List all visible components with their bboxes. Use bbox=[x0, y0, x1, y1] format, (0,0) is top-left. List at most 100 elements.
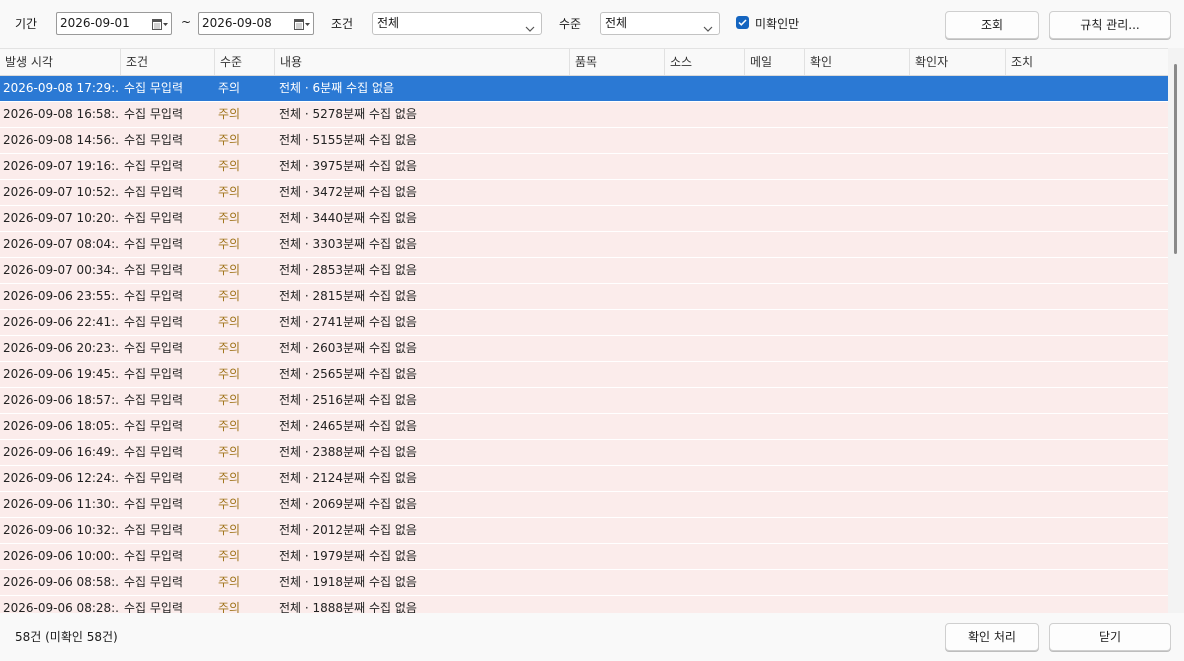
cell-level: 주의 bbox=[218, 471, 241, 485]
cell-time: 2026-09-06 19:45:... bbox=[3, 367, 119, 381]
cell-content: 전체 · 2815분째 수집 없음 bbox=[279, 289, 417, 303]
cell-condition: 수집 무입력 bbox=[124, 367, 184, 381]
cell-content: 전체 · 1979분째 수집 없음 bbox=[279, 549, 417, 563]
cell-content: 전체 · 2069분째 수집 없음 bbox=[279, 497, 417, 511]
cell-condition: 수집 무입력 bbox=[124, 81, 184, 95]
table-row[interactable]: 2026-09-06 08:58:... 수집 무입력 주의 전체 · 1918분째 … bbox=[0, 570, 1168, 596]
cell-content: 전체 · 3472분째 수집 없음 bbox=[279, 185, 417, 199]
manage-rules-button[interactable]: 규칙 관리... bbox=[1049, 11, 1171, 39]
calendar-dropdown-icon[interactable] bbox=[152, 17, 168, 30]
cell-time: 2026-09-06 18:57:... bbox=[3, 393, 119, 407]
cell-level: 주의 bbox=[218, 341, 241, 355]
cell-level: 주의 bbox=[218, 575, 241, 589]
column-header-level[interactable]: 수준 bbox=[215, 49, 275, 75]
cell-level: 주의 bbox=[218, 133, 241, 147]
table-row[interactable]: 2026-09-08 14:56:... 수집 무입력 주의 전체 · 5155분째 … bbox=[0, 128, 1168, 154]
cell-condition: 수집 무입력 bbox=[124, 497, 184, 511]
table-row[interactable]: 2026-09-06 19:45:... 수집 무입력 주의 전체 · 2565분째 … bbox=[0, 362, 1168, 388]
cell-content: 전체 · 2853분째 수집 없음 bbox=[279, 263, 417, 277]
cell-time: 2026-09-06 22:41:... bbox=[3, 315, 119, 329]
cell-time: 2026-09-07 08:04:... bbox=[3, 237, 119, 251]
cell-time: 2026-09-06 18:05:... bbox=[3, 419, 119, 433]
column-header-action[interactable]: 조치 bbox=[1006, 49, 1168, 75]
cell-time: 2026-09-08 16:58:... bbox=[3, 107, 119, 121]
table-row[interactable]: 2026-09-06 22:41:... 수집 무입력 주의 전체 · 2741분째 … bbox=[0, 310, 1168, 336]
cell-level: 주의 bbox=[218, 237, 241, 251]
column-header-item[interactable]: 품목 bbox=[570, 49, 665, 75]
cell-time: 2026-09-07 00:34:... bbox=[3, 263, 119, 277]
table-row[interactable]: 2026-09-06 18:57:... 수집 무입력 주의 전체 · 2516분째 … bbox=[0, 388, 1168, 414]
date-from-picker[interactable]: 2026-09-01 bbox=[56, 12, 172, 35]
cell-time: 2026-09-06 08:58:... bbox=[3, 575, 119, 589]
date-to-picker[interactable]: 2026-09-08 bbox=[198, 12, 314, 35]
level-label: 수준 bbox=[559, 17, 582, 31]
cell-condition: 수집 무입력 bbox=[124, 107, 184, 121]
cell-condition: 수집 무입력 bbox=[124, 523, 184, 537]
table-row[interactable]: 2026-09-06 10:00:... 수집 무입력 주의 전체 · 1979분째 … bbox=[0, 544, 1168, 570]
column-header-confirmer[interactable]: 확인자 bbox=[910, 49, 1006, 75]
cell-level: 주의 bbox=[218, 211, 241, 225]
cell-content: 전체 · 2012분째 수집 없음 bbox=[279, 523, 417, 537]
filter-toolbar: 기간 2026-09-01 ~ 2026-09-08 조건 전체 수준 전체 미… bbox=[0, 0, 1184, 46]
table-row[interactable]: 2026-09-07 00:34:... 수집 무입력 주의 전체 · 2853분째 … bbox=[0, 258, 1168, 284]
cell-content: 전체 · 6분째 수집 없음 bbox=[279, 81, 395, 95]
cell-time: 2026-09-08 14:56:... bbox=[3, 133, 119, 147]
vertical-scrollbar[interactable] bbox=[1168, 48, 1184, 613]
cell-condition: 수집 무입력 bbox=[124, 159, 184, 173]
table-row[interactable]: 2026-09-06 16:49:... 수집 무입력 주의 전체 · 2388분째 … bbox=[0, 440, 1168, 466]
cell-condition: 수집 무입력 bbox=[124, 263, 184, 277]
column-header-mail[interactable]: 메일 bbox=[745, 49, 805, 75]
column-header-condition[interactable]: 조건 bbox=[121, 49, 215, 75]
cell-level: 주의 bbox=[218, 107, 241, 121]
table-row[interactable]: 2026-09-06 20:23:... 수집 무입력 주의 전체 · 2603분째 … bbox=[0, 336, 1168, 362]
condition-label: 조건 bbox=[331, 17, 354, 31]
table-row[interactable]: 2026-09-06 08:28:... 수집 무입력 주의 전체 · 1888분째 … bbox=[0, 596, 1168, 613]
cell-content: 전체 · 1888분째 수집 없음 bbox=[279, 601, 417, 613]
cell-content: 전체 · 2465분째 수집 없음 bbox=[279, 419, 417, 433]
calendar-dropdown-icon[interactable] bbox=[294, 17, 310, 30]
cell-level: 주의 bbox=[218, 159, 241, 173]
table-row[interactable]: 2026-09-07 19:16:... 수집 무입력 주의 전체 · 3975분째 … bbox=[0, 154, 1168, 180]
table-row[interactable]: 2026-09-06 23:55:... 수집 무입력 주의 전체 · 2815분째 … bbox=[0, 284, 1168, 310]
cell-level: 주의 bbox=[218, 601, 241, 613]
table-row[interactable]: 2026-09-07 08:04:... 수집 무입력 주의 전체 · 3303분째 … bbox=[0, 232, 1168, 258]
cell-condition: 수집 무입력 bbox=[124, 393, 184, 407]
cell-time: 2026-09-06 12:24:... bbox=[3, 471, 119, 485]
search-button[interactable]: 조회 bbox=[945, 11, 1039, 39]
table-row[interactable]: 2026-09-06 10:32:... 수집 무입력 주의 전체 · 2012분째 … bbox=[0, 518, 1168, 544]
table-row[interactable]: 2026-09-06 11:30:... 수집 무입력 주의 전체 · 2069분째 … bbox=[0, 492, 1168, 518]
column-header-content[interactable]: 내용 bbox=[275, 49, 570, 75]
cell-level: 주의 bbox=[218, 497, 241, 511]
unconfirmed-only-label[interactable]: 미확인만 bbox=[755, 15, 799, 32]
alert-grid[interactable]: 발생 시각 조건 수준 내용 품목 소스 메일 확인 확인자 조치 2026-0… bbox=[0, 48, 1168, 613]
cell-content: 전체 · 5155분째 수집 없음 bbox=[279, 133, 417, 147]
table-row[interactable]: 2026-09-06 12:24:... 수집 무입력 주의 전체 · 2124분째 … bbox=[0, 466, 1168, 492]
scrollbar-thumb[interactable] bbox=[1174, 64, 1177, 254]
confirm-button[interactable]: 확인 처리 bbox=[945, 623, 1039, 651]
cell-time: 2026-09-07 10:20:... bbox=[3, 211, 119, 225]
cell-content: 전체 · 3303분째 수집 없음 bbox=[279, 237, 417, 251]
close-button[interactable]: 닫기 bbox=[1049, 623, 1171, 651]
column-header-source[interactable]: 소스 bbox=[665, 49, 745, 75]
cell-content: 전체 · 3440분째 수집 없음 bbox=[279, 211, 417, 225]
table-row[interactable]: 2026-09-07 10:20:... 수집 무입력 주의 전체 · 3440분째 … bbox=[0, 206, 1168, 232]
cell-time: 2026-09-07 10:52:... bbox=[3, 185, 119, 199]
cell-condition: 수집 무입력 bbox=[124, 601, 184, 613]
table-row[interactable]: 2026-09-08 17:29:... 수집 무입력 주의 전체 · 6분째 수집 … bbox=[0, 76, 1168, 102]
cell-condition: 수집 무입력 bbox=[124, 315, 184, 329]
condition-select[interactable]: 전체 bbox=[372, 12, 542, 35]
cell-level: 주의 bbox=[218, 419, 241, 433]
cell-condition: 수집 무입력 bbox=[124, 471, 184, 485]
table-row[interactable]: 2026-09-07 10:52:... 수집 무입력 주의 전체 · 3472분째 … bbox=[0, 180, 1168, 206]
column-header-time[interactable]: 발생 시각 bbox=[0, 49, 121, 75]
cell-condition: 수집 무입력 bbox=[124, 549, 184, 563]
condition-value: 전체 bbox=[377, 16, 400, 30]
unconfirmed-only-checkbox[interactable] bbox=[736, 16, 749, 29]
cell-time: 2026-09-06 10:32:... bbox=[3, 523, 119, 537]
cell-condition: 수집 무입력 bbox=[124, 419, 184, 433]
column-header-confirmed[interactable]: 확인 bbox=[805, 49, 910, 75]
cell-content: 전체 · 2565분째 수집 없음 bbox=[279, 367, 417, 381]
table-row[interactable]: 2026-09-06 18:05:... 수집 무입력 주의 전체 · 2465분째 … bbox=[0, 414, 1168, 440]
level-select[interactable]: 전체 bbox=[600, 12, 720, 35]
table-row[interactable]: 2026-09-08 16:58:... 수집 무입력 주의 전체 · 5278분째 … bbox=[0, 102, 1168, 128]
